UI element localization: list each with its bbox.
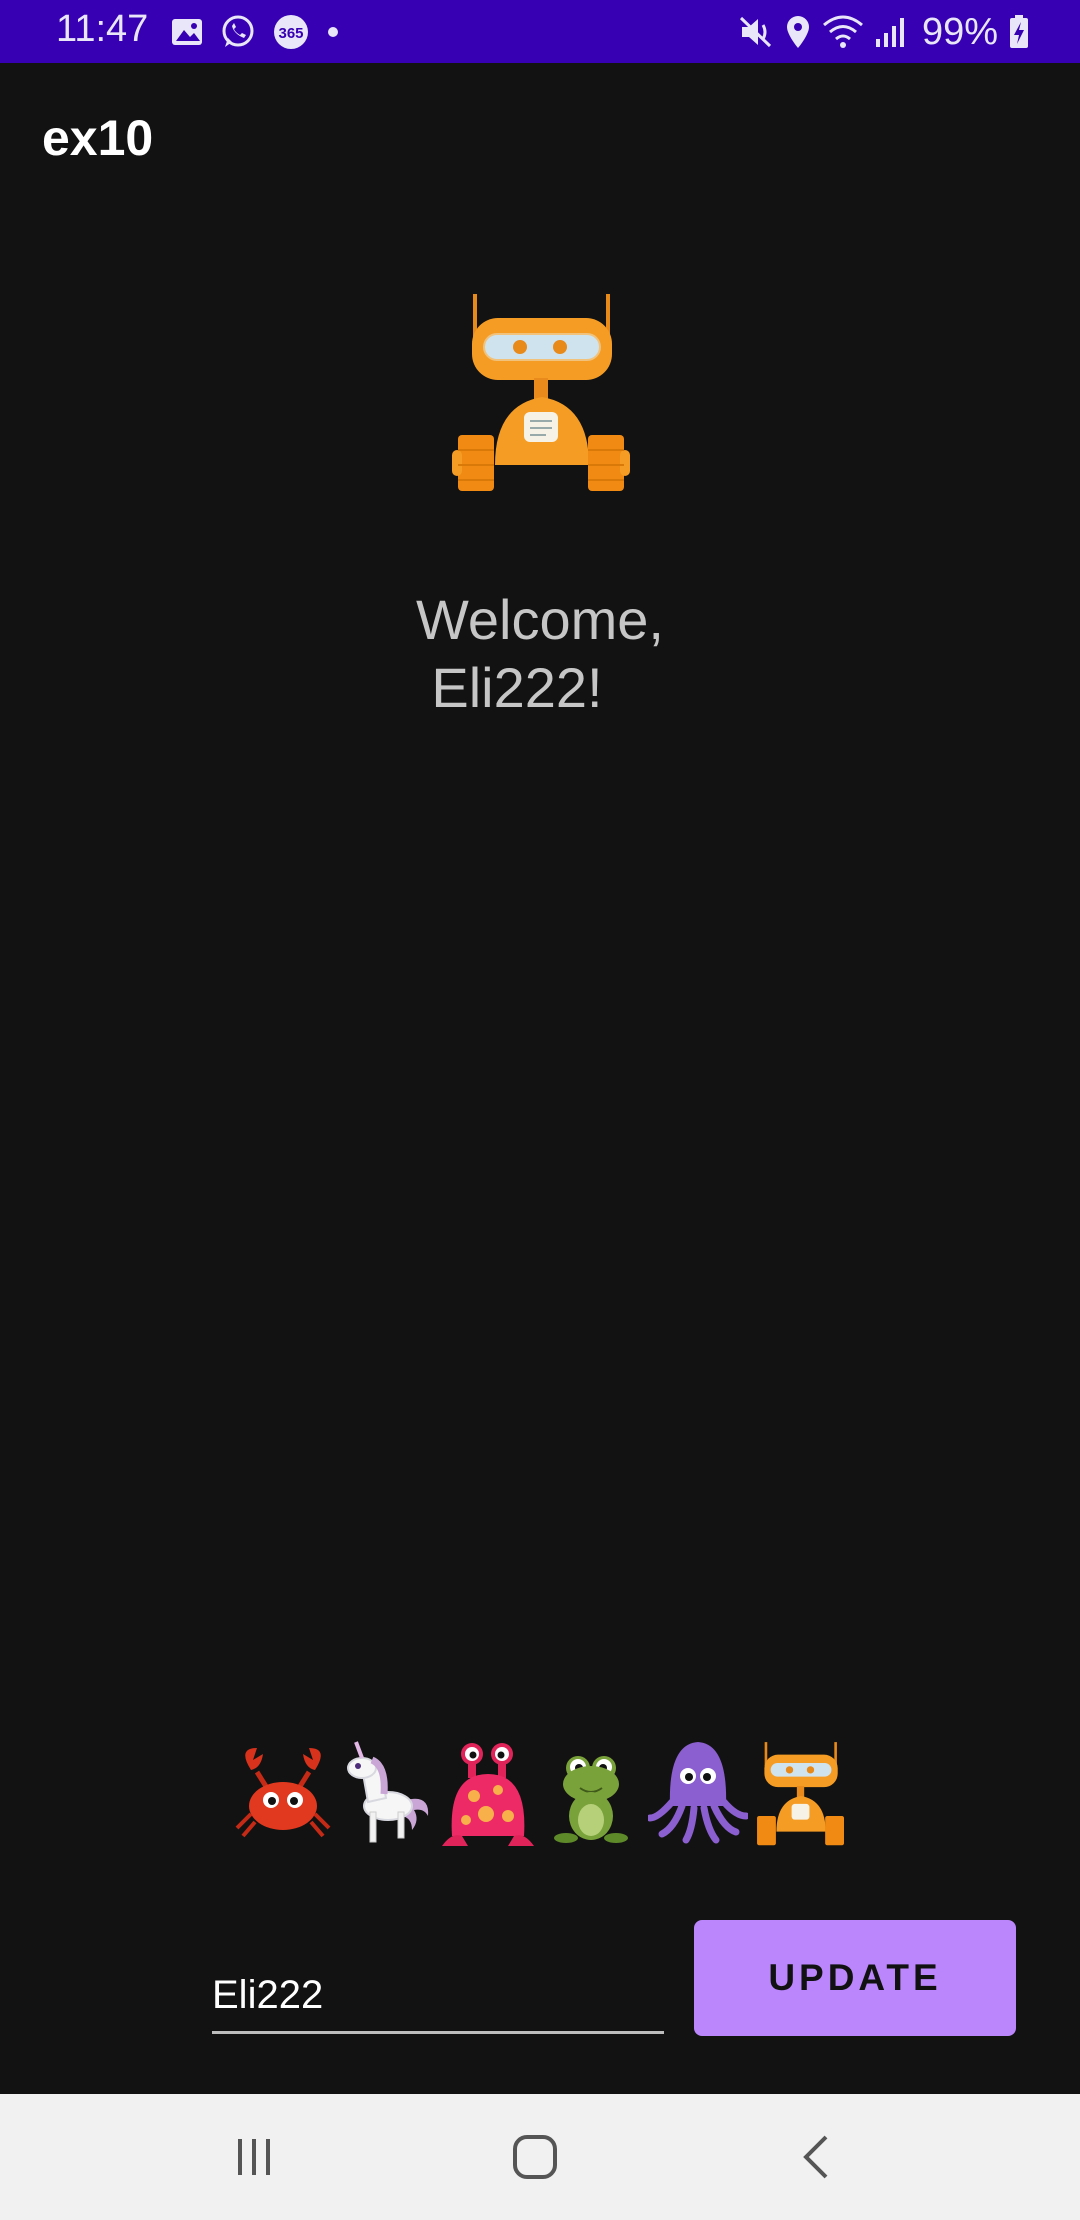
welcome-message: Welcome, Eli222!: [0, 586, 1080, 722]
battery-charging-icon: [1008, 14, 1030, 50]
app-bar: ex10: [0, 63, 1080, 213]
status-bar: 11:47 365 99%: [0, 0, 1080, 63]
welcome-line-1: Welcome,: [416, 588, 664, 651]
unicorn-avatar-icon[interactable]: [336, 1740, 436, 1850]
update-button[interactable]: UPDATE: [694, 1920, 1016, 2036]
wifi-icon: [822, 15, 864, 49]
back-icon[interactable]: [786, 2132, 846, 2182]
svg-text:365: 365: [278, 25, 303, 42]
dot-icon: [326, 25, 340, 39]
welcome-line-2: Eli222!: [431, 656, 603, 719]
frog-avatar-icon[interactable]: [542, 1740, 642, 1850]
battery-percentage: 99%: [921, 10, 998, 53]
name-input[interactable]: [212, 1960, 664, 2034]
whatsapp-icon: [220, 14, 256, 50]
signal-icon: [874, 15, 908, 49]
status-time: 11:47: [56, 8, 149, 50]
gallery-icon: [170, 17, 204, 47]
octopus-avatar-icon[interactable]: [646, 1740, 750, 1850]
recents-icon[interactable]: [224, 2132, 284, 2182]
selected-avatar-robot-icon: [450, 290, 630, 500]
home-icon[interactable]: [505, 2132, 565, 2182]
system-nav-bar: [0, 2094, 1080, 2220]
mute-icon: [738, 15, 774, 49]
crab-avatar-icon[interactable]: [233, 1740, 333, 1850]
office365-icon: 365: [272, 14, 310, 50]
location-icon: [784, 14, 812, 50]
app-title: ex10: [42, 110, 154, 166]
monster-avatar-icon[interactable]: [438, 1740, 538, 1850]
app-screen: 11:47 365 99% ex10 Welcome, Eli222! Eli2…: [0, 0, 1080, 2220]
robot-avatar-icon[interactable]: [750, 1740, 850, 1850]
avatar-picker: [228, 1740, 848, 1850]
